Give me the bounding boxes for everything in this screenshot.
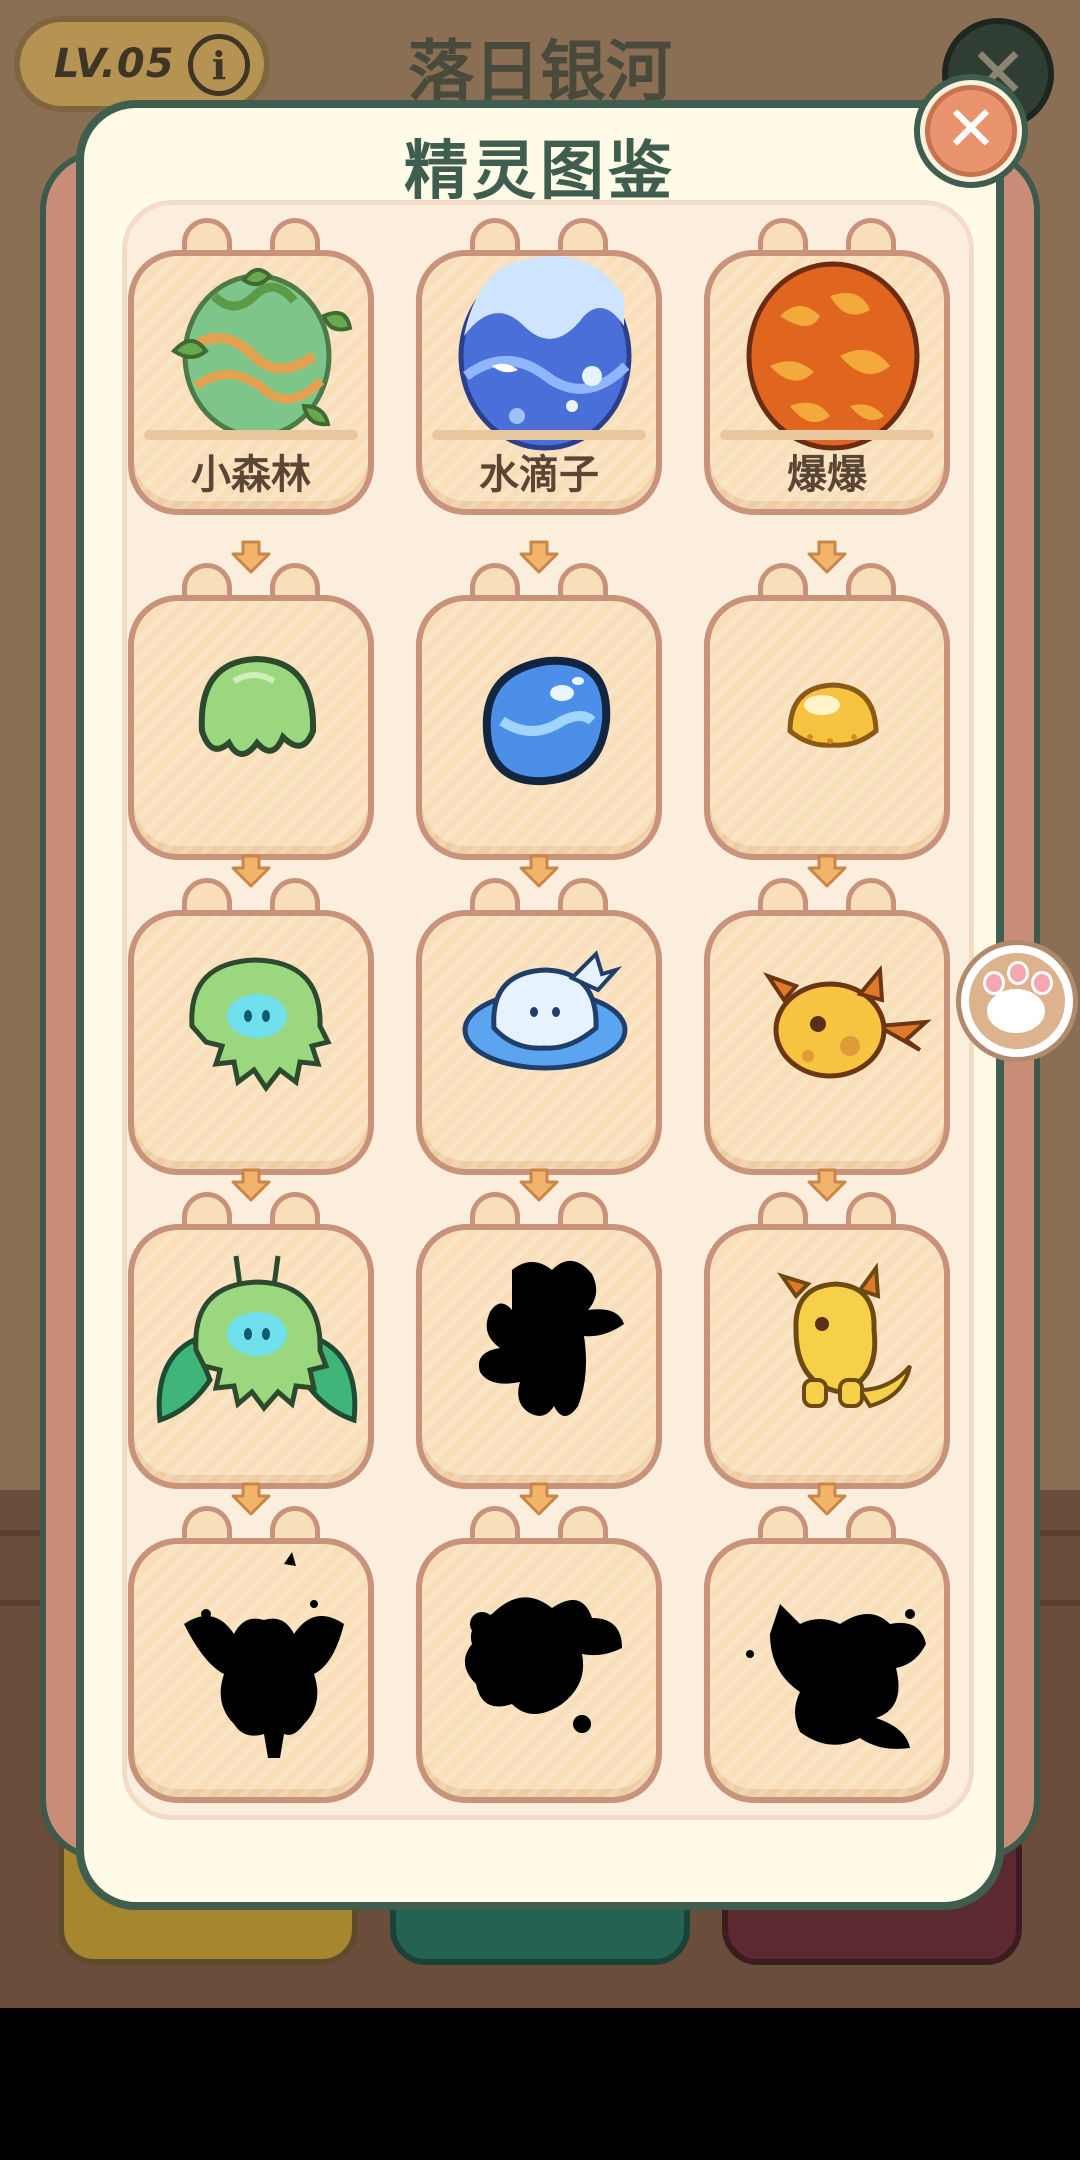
paw-side-button[interactable] [956,940,1078,1062]
modal-title: 精灵图鉴 [404,135,676,209]
evolve-arrow-icon [805,1168,849,1202]
spirit-card-stage3-fire[interactable] [704,878,950,1175]
locked-silhouette-icon [464,1597,622,1733]
yellow-fire-drop-creature-icon [787,682,879,748]
spirit-card-stage5-water-locked[interactable] [416,1506,662,1803]
evolve-arrow-icon [517,1168,561,1202]
evolve-arrow-icon [805,540,849,574]
blue-cloud-creature-icon [462,950,628,1071]
spirit-card-stage3-forest[interactable] [128,878,374,1175]
spirit-name: 小森林 [191,452,311,498]
locked-silhouette-icon [478,1260,624,1416]
spirit-card-stage4-forest[interactable] [128,1192,374,1489]
evolve-arrow-icon [517,854,561,888]
spirit-card-stage5-fire-locked[interactable] [704,1506,950,1803]
spirit-card-stage4-water-locked[interactable] [416,1192,662,1489]
spirit-card-stage2-fire[interactable] [704,563,950,860]
evolve-arrow-icon [229,854,273,888]
evolve-arrow-icon [805,854,849,888]
evolve-arrow-icon [517,1482,561,1516]
spirit-card-forest-egg[interactable]: 小森林 [128,218,374,515]
spirit-card-stage4-fire[interactable] [704,1192,950,1489]
evolve-arrow-icon [229,1482,273,1516]
evolve-arrow-icon [229,540,273,574]
paw-icon [969,953,1065,1049]
green-leaf-winged-creature-icon [156,1255,358,1424]
evolve-arrow-icon [517,540,561,574]
locked-silhouette-icon [746,1604,926,1749]
spirit-card-fire-egg[interactable]: 爆爆 [704,218,950,515]
evolve-arrow-icon [229,1168,273,1202]
yellow-dino-creature-icon [777,1262,912,1409]
spirit-card-stage5-forest-locked[interactable] [128,1506,374,1803]
evolve-arrow-icon [805,1482,849,1516]
green-fluffy-creature-icon [189,957,332,1093]
close-icon: ✕ [925,85,1017,177]
spirit-card-stage2-forest[interactable] [128,563,374,860]
orange-horned-creature-icon [762,964,932,1079]
spirit-card-water-egg[interactable]: 水滴子 [416,218,662,515]
spirit-card-stage2-water[interactable] [416,563,662,860]
modal-close-button[interactable]: ✕ [914,74,1028,188]
spirit-name: 水滴子 [479,452,599,498]
locked-silhouette-icon [184,1552,344,1758]
spirit-name: 爆爆 [787,452,867,498]
blue-water-drop-creature-icon [482,656,611,786]
green-sprout-creature-icon [198,655,317,757]
spirit-card-stage3-water[interactable] [416,878,662,1175]
